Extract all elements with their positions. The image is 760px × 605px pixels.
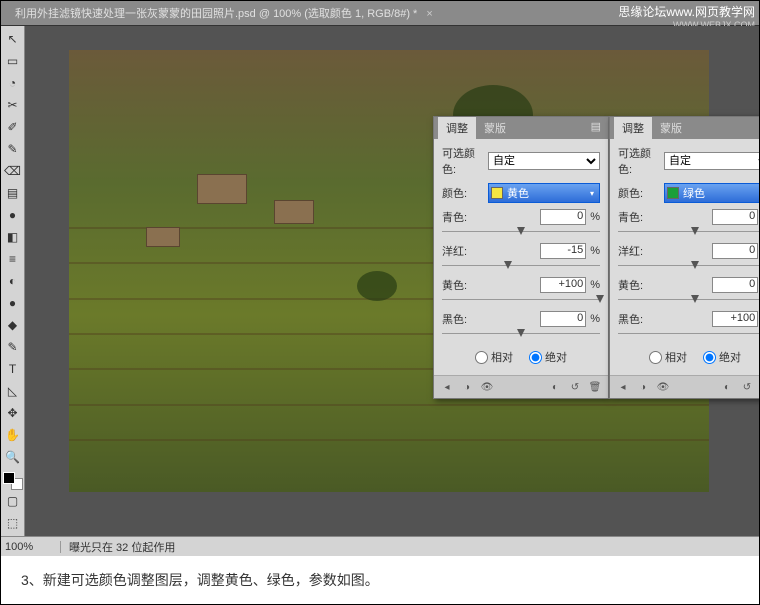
color-dropdown[interactable]: 绿色 ▾ — [664, 183, 759, 203]
black-slider[interactable] — [442, 329, 600, 339]
brush-tool-icon[interactable]: ⌫ — [3, 161, 23, 181]
color-swatches[interactable] — [3, 472, 23, 490]
zoom-tool-icon[interactable]: 🔍 — [3, 447, 23, 467]
text-tool-icon[interactable]: T — [3, 359, 23, 379]
gradient-tool-icon[interactable]: ≡ — [3, 249, 23, 269]
relative-radio[interactable]: 相对 — [475, 349, 513, 365]
marquee-tool-icon[interactable]: ▭ — [3, 51, 23, 71]
yellow-input[interactable]: 0 — [712, 277, 758, 293]
adjustments-panel-yellow: 调整 蒙版 ▤ 可选颜色: 自定 颜色: 黄色 ▾ — [433, 116, 609, 399]
crop-tool-icon[interactable]: ✂ — [3, 95, 23, 115]
yellow-label: 黄色: — [618, 277, 652, 293]
shape-tool-icon[interactable]: ✥ — [3, 403, 23, 423]
magenta-slider[interactable] — [442, 261, 600, 271]
black-input[interactable]: 0 — [540, 311, 586, 327]
document-tab[interactable]: 利用外挂滤镜快速处理一张灰蒙蒙的田园照片.psd @ 100% (选取颜色 1,… — [9, 3, 439, 23]
screen-mode-icon[interactable]: ⬚ — [3, 513, 23, 533]
panel-tabs: 调整 蒙版 ▤ — [434, 117, 608, 139]
status-message: 曝光只在 32 位起作用 — [61, 539, 183, 555]
color-label: 颜色: — [442, 185, 488, 201]
status-bar: 100% 曝光只在 32 位起作用 — [1, 536, 759, 556]
eyedropper-tool-icon[interactable]: ✐ — [3, 117, 23, 137]
blur-tool-icon[interactable]: ◐ — [3, 271, 23, 291]
prev-icon[interactable]: ◐ — [720, 380, 734, 394]
magenta-label: 洋红: — [442, 243, 476, 259]
healing-tool-icon[interactable]: ✎ — [3, 139, 23, 159]
clip-icon[interactable]: ◑ — [636, 380, 650, 394]
selective-color-label: 可选颜色: — [618, 145, 664, 177]
magenta-input[interactable]: 0 — [712, 243, 758, 259]
cyan-label: 青色: — [618, 209, 652, 225]
trash-icon[interactable]: 🗑 — [588, 380, 602, 394]
magenta-slider[interactable] — [618, 261, 759, 271]
yellow-slider[interactable] — [618, 295, 759, 305]
app-frame: 利用外挂滤镜快速处理一张灰蒙蒙的田园照片.psd @ 100% (选取颜色 1,… — [1, 1, 759, 556]
history-brush-icon[interactable]: ● — [3, 205, 23, 225]
yellow-slider[interactable] — [442, 295, 600, 305]
cyan-slider[interactable] — [618, 227, 759, 237]
panel-footer: ◂ ◑ 👁 ◐ ↺ 🗑 — [434, 375, 608, 398]
cyan-input[interactable]: 0 — [540, 209, 586, 225]
tab-mask[interactable]: 蒙版 — [476, 117, 514, 139]
color-chip-icon — [491, 187, 503, 199]
prev-icon[interactable]: ◐ — [548, 380, 562, 394]
foreground-color-swatch[interactable] — [3, 472, 15, 484]
panel-footer: ◂ ◑ 👁 ◐ ↺ 🗑 — [610, 375, 759, 398]
toolbox: ↖ ▭ ◔ ✂ ✐ ✎ ⌫ ▤ ● ◧ ≡ ◐ ● ◆ ✎ T ◺ ✥ ✋ 🔍 … — [1, 26, 25, 536]
preset-select[interactable]: 自定 — [664, 152, 759, 170]
stamp-tool-icon[interactable]: ▤ — [3, 183, 23, 203]
quick-mask-icon[interactable]: ▢ — [3, 491, 23, 511]
black-label: 黑色: — [442, 311, 476, 327]
preset-select[interactable]: 自定 — [488, 152, 600, 170]
path-tool-icon[interactable]: ◺ — [3, 381, 23, 401]
reset-icon[interactable]: ↺ — [740, 380, 754, 394]
black-slider[interactable] — [618, 329, 759, 339]
canvas-area: 调整 蒙版 ▤ 可选颜色: 自定 颜色: 黄色 ▾ — [25, 26, 759, 530]
cyan-slider[interactable] — [442, 227, 600, 237]
magenta-label: 洋红: — [618, 243, 652, 259]
panel-tabs: 调整 蒙版 ▤ — [610, 117, 759, 139]
back-icon[interactable]: ◂ — [440, 380, 454, 394]
tab-adjust[interactable]: 调整 — [438, 117, 476, 139]
yellow-label: 黄色: — [442, 277, 476, 293]
close-icon[interactable]: × — [426, 8, 432, 20]
page-caption: 3、新建可选颜色调整图层，调整黄色、绿色，参数如图。 — [1, 556, 759, 604]
tab-adjust[interactable]: 调整 — [614, 117, 652, 139]
reset-icon[interactable]: ↺ — [568, 380, 582, 394]
magenta-input[interactable]: -15 — [540, 243, 586, 259]
absolute-radio[interactable]: 绝对 — [529, 349, 567, 365]
cyan-label: 青色: — [442, 209, 476, 225]
yellow-input[interactable]: +100 — [540, 277, 586, 293]
document-title: 利用外挂滤镜快速处理一张灰蒙蒙的田园照片.psd @ 100% (选取颜色 1,… — [15, 8, 417, 20]
pen-tool-icon[interactable]: ◆ — [3, 315, 23, 335]
eye-icon[interactable]: 👁 — [480, 380, 494, 394]
panel-menu-icon[interactable]: ▤ — [588, 117, 604, 139]
color-chip-icon — [667, 187, 679, 199]
type-tool-icon[interactable]: ✎ — [3, 337, 23, 357]
color-dropdown[interactable]: 黄色 ▾ — [488, 183, 600, 203]
move-tool-icon[interactable]: ↖ — [3, 29, 23, 49]
black-label: 黑色: — [618, 311, 652, 327]
tab-mask[interactable]: 蒙版 — [652, 117, 690, 139]
clip-icon[interactable]: ◑ — [460, 380, 474, 394]
back-icon[interactable]: ◂ — [616, 380, 630, 394]
chevron-down-icon: ▾ — [587, 189, 597, 198]
dodge-tool-icon[interactable]: ● — [3, 293, 23, 313]
eraser-tool-icon[interactable]: ◧ — [3, 227, 23, 247]
relative-radio[interactable]: 相对 — [649, 349, 687, 365]
absolute-radio[interactable]: 绝对 — [703, 349, 741, 365]
color-label: 颜色: — [618, 185, 664, 201]
eye-icon[interactable]: 👁 — [656, 380, 670, 394]
hand-tool-icon[interactable]: ✋ — [3, 425, 23, 445]
cyan-input[interactable]: 0 — [712, 209, 758, 225]
document-tab-bar: 利用外挂滤镜快速处理一张灰蒙蒙的田园照片.psd @ 100% (选取颜色 1,… — [1, 1, 759, 26]
black-input[interactable]: +100 — [712, 311, 758, 327]
adjustments-panel-green: 调整 蒙版 ▤ 可选颜色: 自定 颜色: 绿色 ▾ — [609, 116, 759, 399]
lasso-tool-icon[interactable]: ◔ — [3, 73, 23, 93]
zoom-level[interactable]: 100% — [1, 541, 61, 553]
selective-color-label: 可选颜色: — [442, 145, 488, 177]
